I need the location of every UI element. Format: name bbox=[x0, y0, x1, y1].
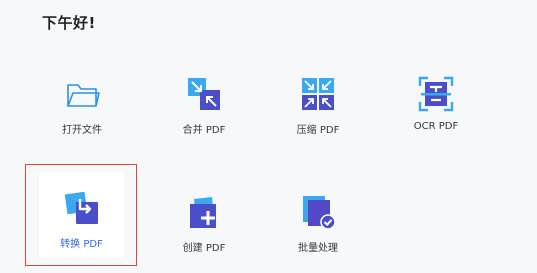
batch-check-icon bbox=[303, 196, 336, 230]
greeting-title: 下午好! bbox=[42, 14, 96, 32]
open-file-label: 打开文件 bbox=[62, 125, 102, 136]
convert-pdf-tile[interactable]: 转换 PDF bbox=[39, 172, 124, 257]
merge-pdf-tile[interactable]: 合并 PDF bbox=[155, 72, 253, 156]
ocr-pdf-label: OCR PDF bbox=[413, 121, 459, 132]
create-pdf-tile[interactable]: 创建 PDF bbox=[155, 190, 253, 273]
merge-arrows-icon bbox=[188, 78, 220, 110]
home-panel: 下午好! 打开文件 合并 PDF 压缩 PDF OCR PDF 转换 PDF 创… bbox=[0, 0, 537, 273]
merge-pdf-label: 合并 PDF bbox=[182, 125, 226, 136]
folder-icon bbox=[67, 84, 100, 107]
batch-process-label: 批量处理 bbox=[298, 243, 338, 254]
compress-arrows-icon bbox=[302, 78, 334, 110]
convert-pdf-label: 转换 PDF bbox=[60, 239, 103, 250]
open-file-tile[interactable]: 打开文件 bbox=[33, 72, 131, 156]
convert-arrow-icon bbox=[64, 191, 98, 224]
ocr-scan-icon bbox=[418, 76, 454, 112]
batch-process-tile[interactable]: 批量处理 bbox=[269, 190, 367, 273]
create-pdf-label: 创建 PDF bbox=[182, 243, 226, 254]
ocr-pdf-tile[interactable]: OCR PDF bbox=[387, 72, 485, 156]
create-plus-icon bbox=[190, 197, 216, 228]
compress-pdf-label: 压缩 PDF bbox=[296, 125, 340, 136]
compress-pdf-tile[interactable]: 压缩 PDF bbox=[269, 72, 367, 156]
